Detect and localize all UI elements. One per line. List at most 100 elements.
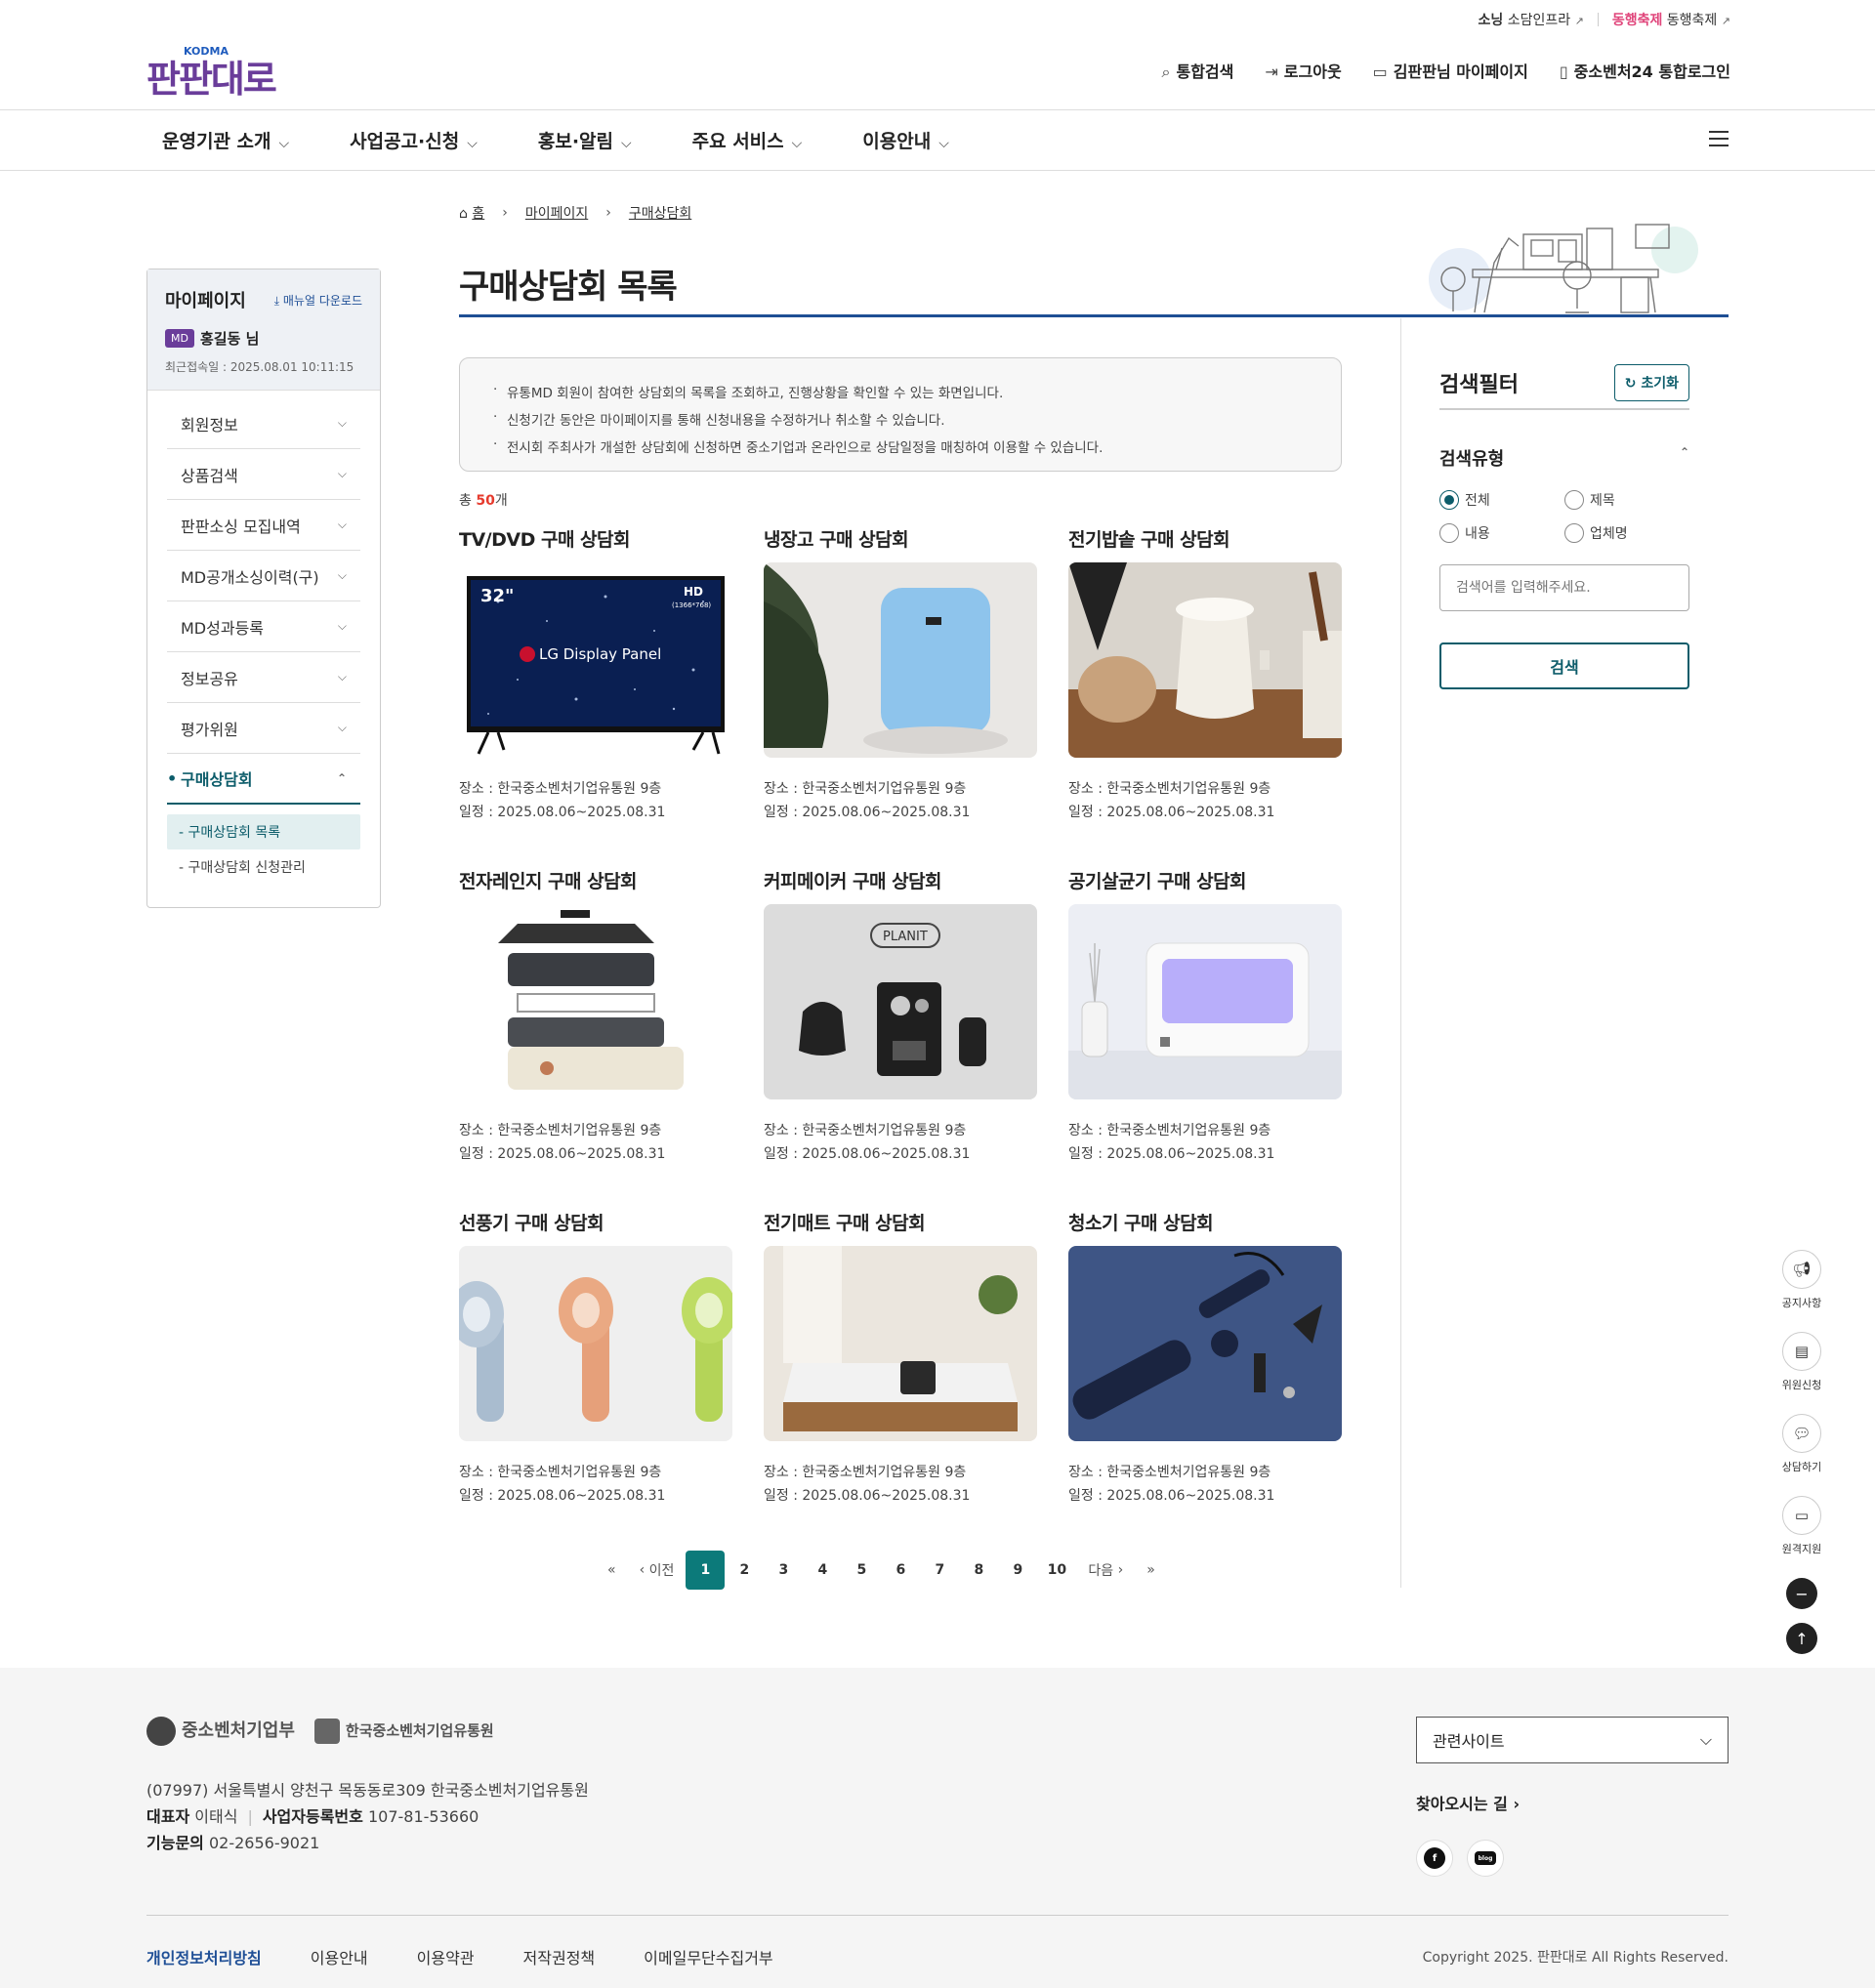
search-type-toggle[interactable]: 검색유형 ⌃ [1439,445,1689,471]
reset-label: 초기화 [1641,376,1679,392]
first-page-button[interactable]: « [596,1551,628,1590]
card-title: 커피메이커 구매 상담회 [764,871,942,892]
last-login: 최근접속일 : 2025.08.01 10:11:15 [165,360,354,374]
usage-guide-link[interactable]: 이용안내 [311,1945,368,1968]
email-policy-link[interactable]: 이메일무단수집거부 [644,1945,772,1968]
nav-label: 주요 서비스 [691,131,784,152]
scroll-top-button[interactable]: ↑ [1786,1623,1817,1654]
nav-label: 사업공고·신청 [350,131,460,152]
consultation-card[interactable]: 전기밥솥 구매 상담회 장소 : 한국중소벤처기업유통원 9층 일정 : 2025… [1068,525,1342,824]
sidebar-item-consultation[interactable]: 구매상담회 ⌃ [167,754,360,805]
privacy-policy-link[interactable]: 개인정보처리방침 [146,1945,262,1968]
sidebar-item-product-search[interactable]: 상품검색 ⌵ [167,449,360,500]
blog-glyph: blog [1475,1851,1496,1865]
page-button[interactable]: 2 [725,1551,764,1590]
blog-icon[interactable]: blog [1467,1840,1504,1877]
search-input[interactable] [1439,564,1689,611]
consultation-card[interactable]: 커피메이커 구매 상담회 PLANIT 장소 : 한국중소벤처기업유통원 9층 일… [764,867,1037,1166]
nav-item-promotion[interactable]: 홍보·알림 ⌵ [538,127,632,153]
search-type-label: 검색유형 [1439,449,1505,470]
next-page-button[interactable]: 다음 › [1076,1551,1135,1590]
sidebar-item-md-performance[interactable]: MD성과등록 ⌵ [167,601,360,652]
search-button[interactable]: 검색 [1439,642,1689,689]
chevron-down-icon: ⌵ [337,670,347,683]
nav-item-business[interactable]: 사업공고·신청 ⌵ [350,127,478,153]
hamburger-menu-icon[interactable] [1709,131,1729,151]
breadcrumb-consultation[interactable]: 구매상담회 [629,203,691,223]
nav-item-about[interactable]: 운영기관 소개 ⌵ [162,127,289,153]
sidebar-item-sourcing[interactable]: 판판소싱 모집내역 ⌵ [167,500,360,551]
last-page-button[interactable]: » [1135,1551,1167,1590]
logout-link[interactable]: ⇥ 로그아웃 [1265,59,1341,82]
refresh-icon: ↻ [1624,376,1637,392]
kodma-logo: 한국중소벤처기업유통원 [313,1719,494,1744]
consultation-card[interactable]: TV/DVD 구매 상담회 32" HD (1366*768) LG Displ… [459,525,732,824]
filter-title: 검색필터 [1439,373,1519,397]
page-button[interactable]: 6 [881,1551,920,1590]
integrated-login-link[interactable]: ▯ 중소벤처24 통합로그인 [1560,59,1730,82]
quick-label: 상담하기 [1781,1461,1822,1473]
sidebar-subitem-list[interactable]: - 구매상담회 목록 [167,814,360,849]
consultation-card[interactable]: 선풍기 구매 상담회 장소 : 한국중소벤처기업유통원 9층 일정 : 2025.… [459,1209,732,1508]
radio-all[interactable]: 전체 [1439,490,1564,510]
page-button[interactable]: 7 [920,1551,959,1590]
consultation-card[interactable]: 전자레인지 구매 상담회 장소 : 한국중소벤처기업유통원 9층 일정 : 202… [459,867,732,1166]
card-date: 일정 : 2025.08.06~2025.08.31 [764,1488,971,1504]
sidebar-subitem-manage[interactable]: - 구매상담회 신청관리 [167,849,360,885]
page-button[interactable]: 3 [764,1551,803,1590]
integrated-search-link[interactable]: ⌕ 통합검색 [1162,59,1234,82]
radio-company[interactable]: 업체명 [1564,523,1689,543]
manual-download-link[interactable]: ⤓ 매뉴얼 다운로드 [274,292,362,309]
quick-remote[interactable]: ▭ 원격지원 [1777,1496,1826,1556]
facebook-icon[interactable]: f [1416,1840,1453,1877]
page-button[interactable]: 10 [1037,1551,1076,1590]
md-badge: MD [165,329,194,348]
zoom-out-button[interactable]: − [1786,1578,1817,1609]
chevron-left-icon: ‹ [639,1562,649,1578]
chevron-down-icon: ⌵ [621,136,632,151]
nav-item-guide[interactable]: 이용안내 ⌵ [862,127,949,153]
sodam-link[interactable]: 소닝 소담인프라 ↗ [1479,10,1584,29]
donghang-link[interactable]: 동행축제 동행축제 ↗ [1612,10,1730,29]
radio-title[interactable]: 제목 [1564,490,1689,510]
card-title: 냉장고 구매 상담회 [764,529,909,551]
quick-notice[interactable]: 📢︎ 공지사항 [1777,1250,1826,1310]
sidebar-item-md-history[interactable]: MD공개소싱이력(구) ⌵ [167,551,360,601]
notice-item: 유통MD 회원이 참여한 상담회의 목록을 조회하고, 진행상황을 확인할 수 … [493,382,1308,401]
quick-apply[interactable]: ▤ 위원신청 [1777,1332,1826,1392]
sidebar-item-info-share[interactable]: 정보공유 ⌵ [167,652,360,703]
page-button[interactable]: 8 [959,1551,998,1590]
footer-logos: 중소벤처기업부 한국중소벤처기업유통원 [146,1717,494,1746]
footer: 중소벤처기업부 한국중소벤처기업유통원 (07997) 서울특별시 양천구 목동… [0,1668,1875,1988]
consultation-card[interactable]: 청소기 구매 상담회 장소 : 한국중소벤처기업유통원 9층 일정 : 2025.… [1068,1209,1342,1508]
nav-item-services[interactable]: 주요 서비스 ⌵ [692,127,803,153]
consultation-card[interactable]: 냉장고 구매 상담회 장소 : 한국중소벤처기업유통원 9층 일정 : 2025.… [764,525,1037,824]
page-button[interactable]: 5 [842,1551,881,1590]
quick-label: 공지사항 [1781,1297,1822,1309]
terms-link[interactable]: 이용약관 [417,1945,475,1968]
copyright-policy-link[interactable]: 저작권정책 [523,1945,596,1968]
chevron-down-icon: ⌵ [337,721,347,734]
sidebar-item-member-info[interactable]: 회원정보 ⌵ [167,398,360,449]
page-button[interactable]: 1 [686,1551,726,1590]
related-sites-select[interactable]: 관련사이트 ⌵ [1416,1717,1729,1763]
quick-talk[interactable]: 💬︎ 상담하기 [1777,1414,1826,1474]
link-label: 통합검색 [1176,62,1234,81]
sidebar-item-evaluator[interactable]: 평가위원 ⌵ [167,703,360,754]
prev-page-button[interactable]: ‹ 이전 [628,1551,687,1590]
breadcrumb-mypage[interactable]: 마이페이지 [525,203,588,223]
mypage-link[interactable]: ▭ 김판판님 마이페이지 [1373,59,1528,82]
consultation-card[interactable]: 전기매트 구매 상담회 장소 : 한국중소벤처기업유통원 9층 일정 : 2025… [764,1209,1037,1508]
vacuum-image [1068,1246,1342,1441]
page-button[interactable]: 4 [803,1551,842,1590]
card-place: 장소 : 한국중소벤처기업유통원 9층 [459,1465,662,1480]
breadcrumb-home[interactable]: ⌂ 홈 [459,203,484,223]
radio-content[interactable]: 내용 [1439,523,1564,543]
directions-link[interactable]: 찾아오시는 길 › [1416,1791,1520,1814]
fridge-image [764,562,1037,758]
page-button[interactable]: 9 [998,1551,1037,1590]
external-link-icon: ↗ [1574,15,1584,27]
reset-button[interactable]: ↻ 초기화 [1613,364,1689,401]
consultation-card[interactable]: 공기살균기 구매 상담회 장소 : 한국중소벤처기업유통원 9층 일정 : 202… [1068,867,1342,1166]
site-logo[interactable]: KODMA 판판대로 [146,45,277,103]
